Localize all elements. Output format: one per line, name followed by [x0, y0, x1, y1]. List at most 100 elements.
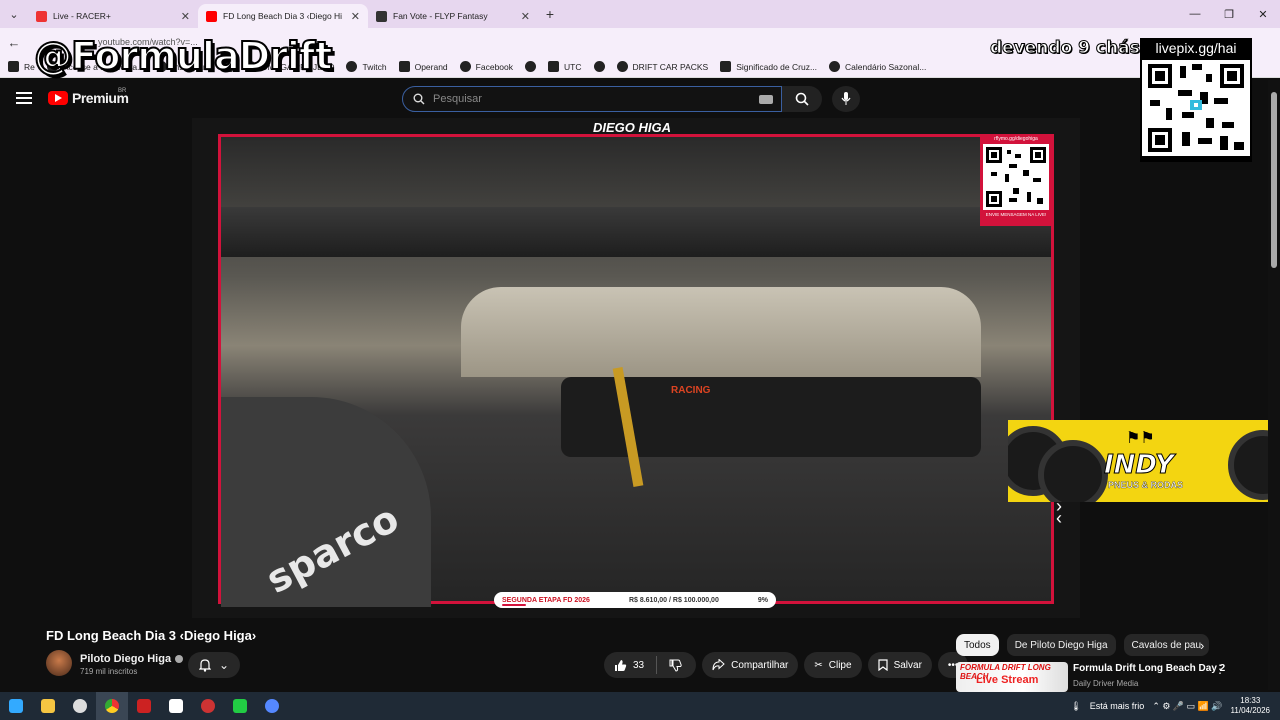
menu-icon[interactable]: [16, 92, 32, 104]
tire-icon: [1038, 440, 1108, 502]
close-window-icon[interactable]: ✕: [1246, 0, 1280, 28]
thumbs-up-icon[interactable]: [614, 659, 627, 672]
app-icon[interactable]: [160, 692, 192, 720]
bookmark-item[interactable]: Twitch: [346, 61, 387, 72]
tab-fan-vote[interactable]: Fan Vote - FLYP Fantasy ✕: [368, 4, 538, 28]
chip-todos[interactable]: Todos: [956, 634, 999, 656]
y-favicon-icon: [376, 10, 387, 22]
racing-badge: RACING: [671, 385, 711, 396]
driver-nameplate: DIEGO HIGA: [592, 120, 671, 135]
window-controls: — ❐ ✕: [1178, 0, 1280, 28]
chevron-icon: › ‹: [1056, 496, 1062, 528]
settings-icon[interactable]: [64, 692, 96, 720]
restore-icon[interactable]: ❐: [1212, 0, 1246, 28]
recommendation-channel[interactable]: Daily Driver Media: [1073, 679, 1138, 688]
bookmark-item[interactable]: Operand: [398, 61, 448, 72]
filter-chips: Todos De Piloto Diego Higa Cavalos de pa…: [956, 634, 1210, 656]
bookmark-item[interactable]: Calendário Sazonal...: [829, 61, 926, 72]
notification-bell-button[interactable]: ⌄: [188, 652, 240, 678]
search-button[interactable]: [782, 86, 822, 112]
app2-icon[interactable]: [192, 692, 224, 720]
bookmark-item[interactable]: Facebook: [459, 61, 513, 72]
discord-icon[interactable]: [256, 692, 288, 720]
bookmark-item[interactable]: [593, 61, 605, 72]
youtube-premium-logo[interactable]: Premium BR: [48, 88, 129, 106]
tab-search-icon[interactable]: ⌄: [0, 0, 28, 28]
minimize-icon[interactable]: —: [1178, 0, 1212, 28]
recommendation-title[interactable]: Formula Drift Long Beach Day 2: [1073, 663, 1225, 674]
livepix-panel: livepix.gg/hai: [1140, 38, 1252, 162]
roll-cage-bar: [221, 207, 1051, 257]
channel-name[interactable]: Piloto Diego Higa: [80, 653, 184, 665]
bookmark-item[interactable]: DRIFT CAR PACKS: [616, 61, 708, 72]
back-arrow-icon[interactable]: ←: [0, 35, 28, 50]
tab-live-racer[interactable]: Live - RACER+ ✕: [28, 4, 198, 28]
share-button[interactable]: Compartilhar: [702, 652, 799, 678]
channel-avatar[interactable]: [46, 650, 72, 676]
video-actions: 33 Compartilhar ✂ Clipe Salvar •••: [604, 652, 969, 678]
search-icon: [795, 92, 809, 106]
keyboard-icon[interactable]: [759, 94, 773, 104]
ms-icon[interactable]: [128, 692, 160, 720]
windshield: [461, 287, 981, 377]
verified-icon: [175, 655, 184, 663]
page-scrollbar[interactable]: [1268, 80, 1280, 690]
youtube-header: Premium BR Pesquisar: [0, 80, 1280, 118]
more-vertical-icon[interactable]: ⋮: [1214, 662, 1226, 676]
microphone-button[interactable]: [832, 86, 860, 112]
windows-taskbar: 🌡 Está mais frio ⌃ ⚙ 🎤 ▭ 📶 🔊 18:33 11/04…: [0, 692, 1280, 720]
bookmark-icon: [593, 61, 605, 72]
windows-icon[interactable]: [0, 692, 32, 720]
weather-text[interactable]: Está mais frio: [1090, 701, 1145, 711]
chip-channel[interactable]: De Piloto Diego Higa: [1006, 634, 1116, 656]
search-input[interactable]: Pesquisar: [433, 93, 751, 105]
new-tab-button[interactable]: +: [538, 6, 562, 22]
subscriber-count: 719 mil inscritos: [80, 667, 138, 676]
close-tab-icon[interactable]: ✕: [181, 10, 190, 23]
browser-tab-bar: ⌄ Live - RACER+ ✕ FD Long Beach Dia 3 ‹D…: [0, 0, 1280, 28]
system-tray: 🌡 Está mais frio ⌃ ⚙ 🎤 ▭ 📶 🔊 18:33 11/04…: [1070, 692, 1270, 720]
save-button[interactable]: Salvar: [867, 652, 932, 678]
scissors-icon: ✂: [814, 659, 823, 671]
chrome-icon[interactable]: [96, 692, 128, 720]
bookmark-icon: [616, 61, 628, 72]
youtube-play-icon: [48, 91, 68, 105]
search-box[interactable]: Pesquisar: [402, 86, 782, 112]
tray-icons[interactable]: ⌃ ⚙ 🎤 ▭ 📶 🔊: [1152, 701, 1222, 712]
youtube-favicon-icon: [206, 10, 217, 22]
recommendation-thumbnail[interactable]: FORMULA DRIFT LONG BEACH Live Stream: [956, 662, 1068, 692]
share-icon: [712, 659, 725, 671]
play-icon[interactable]: [224, 692, 256, 720]
thumbs-down-icon[interactable]: [669, 659, 682, 672]
file-explorer-icon[interactable]: [32, 692, 64, 720]
stream-frame: RACING sparco: [218, 134, 1054, 607]
clip-button[interactable]: ✂ Clipe: [804, 652, 862, 678]
bookmark-item[interactable]: Re: [8, 61, 35, 72]
overlay-handle: @FormulaDrift: [33, 33, 334, 79]
bookmark-item[interactable]: Significado de Cruz...: [720, 61, 817, 72]
scrollbar-thumb[interactable]: [1271, 92, 1277, 268]
clock[interactable]: 18:33 11/04/2026: [1231, 696, 1270, 716]
bookmark-icon: [877, 659, 888, 671]
video-player[interactable]: RACING sparco DIEGO HIGA rflymo.gg/diego…: [192, 118, 1080, 618]
video-title: FD Long Beach Dia 3 ‹Diego Higa›: [46, 628, 257, 643]
chevron-right-icon[interactable]: ›: [1200, 638, 1204, 653]
stream-qr-panel: rflymo.gg/diegohiga ENVIE MENSAGEM NA LI…: [980, 134, 1052, 226]
bell-icon: [198, 658, 211, 672]
bookmark-item[interactable]: [525, 61, 537, 72]
indy-sponsor-banner: ⚑⚑ INDY PNEUS & RODAS: [1008, 420, 1280, 502]
bookmark-item[interactable]: UTC: [548, 61, 582, 72]
tab-fd-long-beach[interactable]: FD Long Beach Dia 3 ‹Diego Hi ✕: [198, 4, 368, 28]
racer-favicon-icon: [36, 10, 47, 22]
bookmark-icon: [398, 61, 410, 72]
bookmark-icon: [459, 61, 471, 72]
bookmark-icon: [548, 61, 560, 72]
chip-cavalos[interactable]: Cavalos de pau: [1123, 634, 1210, 656]
close-tab-icon[interactable]: ✕: [521, 10, 530, 23]
overlay-debt-text: devendo 9 chás: [990, 38, 1141, 59]
bookmark-icon: [720, 61, 732, 72]
bookmark-icon: [525, 61, 537, 72]
weather-icon[interactable]: 🌡: [1070, 701, 1081, 712]
like-dislike-button[interactable]: 33: [604, 652, 697, 678]
close-tab-icon[interactable]: ✕: [351, 10, 360, 23]
